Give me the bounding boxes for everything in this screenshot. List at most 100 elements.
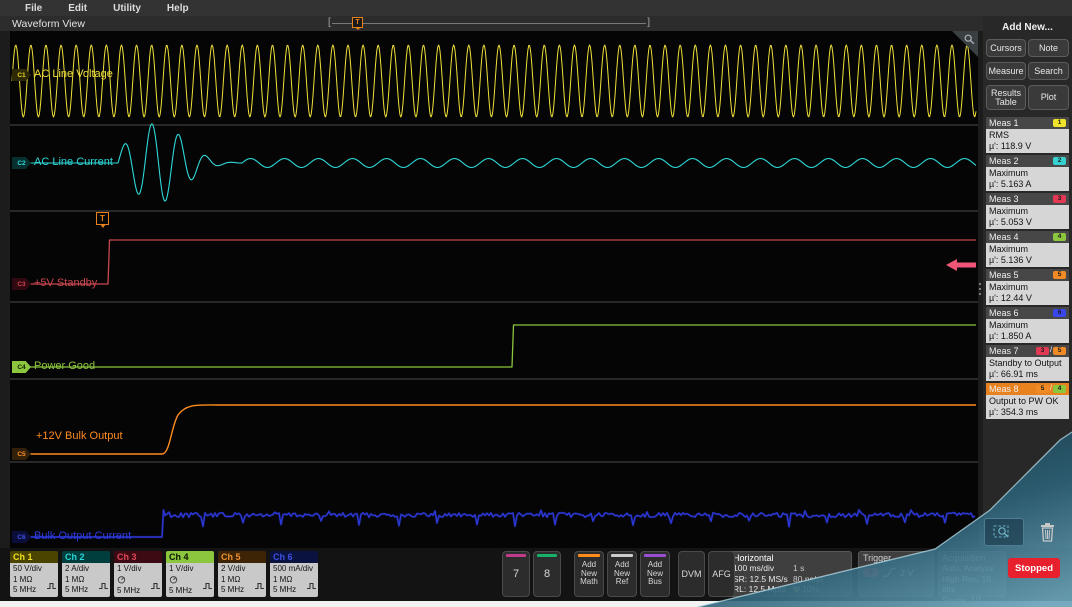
trigger-panel[interactable]: Trigger 3 2 V	[858, 551, 934, 597]
channel-badge-ch3[interactable]: Ch 31 V/div5 MHz	[114, 551, 162, 597]
search-button[interactable]: Search	[1028, 62, 1069, 80]
measurement-source-chip: 5	[1053, 271, 1066, 279]
source-channel-5: 5	[1036, 385, 1049, 393]
measurement-value: µ': 66.91 ms	[989, 369, 1066, 380]
trace-label-c4[interactable]: Power Good	[34, 360, 95, 372]
trace-label-c1[interactable]: AC Line Voltage	[34, 68, 113, 80]
channel-tag-c1[interactable]: C1	[12, 69, 31, 81]
trace-label-c2[interactable]: AC Line Current	[34, 156, 113, 168]
menu-item-help[interactable]: Help	[167, 3, 189, 14]
acquisition-panel[interactable]: Acquisition Auto, Analyze High Res: 16 b…	[938, 551, 1006, 597]
trace-label-c5[interactable]: +12V Bulk Output	[36, 430, 123, 442]
channel-badge-ch2[interactable]: Ch 22 A/div1 MΩ5 MHz	[62, 551, 110, 597]
bottom-strip	[0, 601, 1072, 607]
channel-scale: 50 V/div	[13, 564, 55, 575]
measurement-header: Meas 66	[986, 307, 1069, 319]
trace-label-c3[interactable]: +5V Standby	[34, 277, 97, 289]
afg-button[interactable]: AFG	[708, 551, 735, 597]
channel-badge-ch1[interactable]: Ch 150 V/div1 MΩ5 MHz	[10, 551, 58, 597]
measurement-source-chip: 1	[1053, 119, 1066, 127]
measurement-name: Meas 4	[989, 232, 1019, 242]
zoom-mode-button[interactable]	[984, 518, 1024, 546]
channel-tag-c5[interactable]: C5	[12, 448, 31, 460]
tab-waveform-view[interactable]: Waveform View	[0, 18, 85, 30]
measurement-source-chip: 2	[1053, 157, 1066, 165]
channel-header: Ch 3	[114, 551, 162, 563]
source-channel-3: 3	[1036, 347, 1049, 355]
acquisition-single: Single: 1/1	[942, 595, 982, 606]
channel-header: Ch 2	[62, 551, 110, 563]
measurement-header: Meas 22	[986, 155, 1069, 167]
channel-scale: 2 V/div	[221, 564, 263, 575]
measurement-list: Meas 11RMSµ': 118.9 VMeas 22Maximumµ': 5…	[986, 117, 1069, 419]
measurement-value: µ': 118.9 V	[989, 141, 1066, 152]
channel-settings: 500 mA/div1 MΩ5 MHz	[270, 563, 318, 597]
dvm-button[interactable]: DVM	[678, 551, 705, 597]
menu-item-utility[interactable]: Utility	[113, 3, 141, 14]
add-new-math-button[interactable]: Add New Math	[574, 551, 604, 597]
measurement-badge[interactable]: Meas 73/5Standby to Outputµ': 66.91 ms	[986, 345, 1069, 381]
measurement-header: Meas 73/5	[986, 345, 1069, 357]
menu-item-edit[interactable]: Edit	[68, 3, 87, 14]
channel-header: Ch 6	[270, 551, 318, 563]
measure-button[interactable]: Measure	[986, 62, 1026, 80]
channel-button-7[interactable]: 7	[502, 551, 530, 597]
trigger-time-marker[interactable]: T	[96, 212, 109, 225]
acquisition-status-button[interactable]: Stopped	[1008, 558, 1060, 578]
measurement-type: Maximum	[989, 282, 1066, 293]
channel-tag-c3[interactable]: C3	[12, 278, 31, 290]
measurement-type: Output to PW OK	[989, 396, 1066, 407]
slider-track[interactable]	[332, 23, 646, 24]
add-new-ref-button[interactable]: Add New Ref	[607, 551, 637, 597]
slider-left-bracket: [	[328, 17, 331, 28]
horizontal-position-slider[interactable]: [ ] T	[328, 16, 650, 31]
source-channel-3: 3	[1053, 195, 1066, 203]
menu-item-file[interactable]: File	[25, 3, 42, 14]
measurement-badge[interactable]: Meas 44Maximumµ': 5.136 V	[986, 231, 1069, 267]
measurement-body: Maximumµ': 5.163 A	[986, 167, 1069, 191]
cursors-button[interactable]: Cursors	[986, 39, 1026, 57]
horizontal-panel[interactable]: Horizontal 100 ms/div1 s SR: 12.5 MS/s80…	[728, 551, 852, 597]
source-slash: /	[1050, 385, 1052, 393]
channel-header: Ch 4	[166, 551, 214, 563]
measurement-badge[interactable]: Meas 85/4Output to PW OKµ': 354.3 ms	[986, 383, 1069, 419]
channel-tag-c6[interactable]: C6	[12, 531, 31, 543]
trash-button[interactable]	[1036, 518, 1058, 544]
measurement-badge[interactable]: Meas 22Maximumµ': 5.163 A	[986, 155, 1069, 191]
probe-comp-icon	[99, 582, 108, 590]
results-table-button[interactable]: Results Table	[986, 85, 1026, 110]
measurement-name: Meas 7	[989, 346, 1019, 356]
measurement-body: Output to PW OKµ': 354.3 ms	[986, 395, 1069, 419]
probe-comp-icon	[47, 582, 56, 590]
channel-tag-c4[interactable]: C4	[12, 361, 31, 373]
measurement-badge[interactable]: Meas 66Maximumµ': 1.850 A	[986, 307, 1069, 343]
add-new-bus-button[interactable]: Add New Bus	[640, 551, 670, 597]
acquisition-mode: Auto, Analyze	[942, 563, 994, 574]
slider-trigger-position-marker[interactable]: T	[352, 17, 363, 28]
trigger-level: 2 V	[900, 568, 914, 578]
probe-comp-icon	[151, 582, 160, 590]
source-channel-6: 6	[1053, 309, 1066, 317]
plot-button[interactable]: Plot	[1028, 85, 1069, 110]
note-button[interactable]: Note	[1028, 39, 1069, 57]
measurement-badge[interactable]: Meas 33Maximumµ': 5.053 V	[986, 193, 1069, 229]
channel-tag-c2[interactable]: C2	[12, 157, 31, 169]
measurement-body: Maximumµ': 5.053 V	[986, 205, 1069, 229]
measurement-badge[interactable]: Meas 11RMSµ': 118.9 V	[986, 117, 1069, 153]
panel-splitter-handle[interactable]	[979, 283, 981, 295]
measurement-source-chip: 4	[1053, 233, 1066, 241]
channel-badge-ch4[interactable]: Ch 41 V/div5 MHz	[166, 551, 214, 597]
horizontal-trigger-position: 10%	[802, 584, 819, 595]
channel-button-8[interactable]: 8	[533, 551, 561, 597]
trace-label-c6[interactable]: Bulk Output Current	[34, 530, 131, 542]
add-new-title: Add New...	[986, 22, 1069, 33]
source-channel-2: 2	[1053, 157, 1066, 165]
measurement-badge[interactable]: Meas 55Maximumµ': 12.44 V	[986, 269, 1069, 305]
horizontal-record-length: RL: 12.5 Mpts	[733, 584, 793, 595]
channel-badge-ch5[interactable]: Ch 52 V/div1 MΩ5 MHz	[218, 551, 266, 597]
channel-badge-ch6[interactable]: Ch 6500 mA/div1 MΩ5 MHz	[270, 551, 318, 597]
results-bar: Add New... CursorsNoteMeasureSearchResul…	[983, 16, 1072, 548]
measurement-value: µ': 354.3 ms	[989, 407, 1066, 418]
measurement-header: Meas 33	[986, 193, 1069, 205]
waveform-view[interactable]: AC Line VoltageC1 AC Line CurrentC2 +5V St…	[10, 31, 978, 548]
